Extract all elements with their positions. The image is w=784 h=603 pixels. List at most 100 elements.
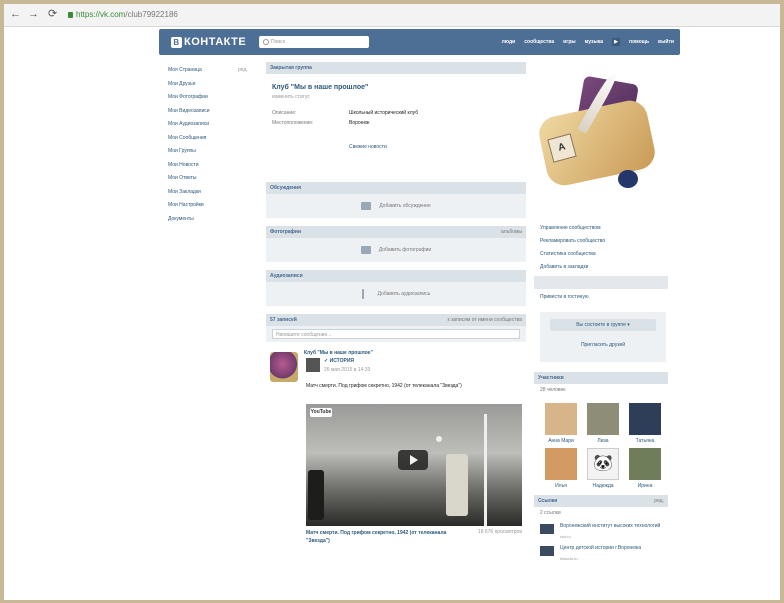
group-type: Закрытая группа bbox=[270, 65, 312, 71]
repost-avatar[interactable] bbox=[306, 358, 320, 372]
wall-filter[interactable]: к записям от имени сообщества bbox=[448, 314, 522, 326]
sidebar-item-messages[interactable]: Мои Сообщения bbox=[168, 132, 253, 146]
member-avatar[interactable] bbox=[587, 403, 619, 435]
albums-link[interactable]: альбомы bbox=[501, 226, 522, 238]
member-name[interactable]: Лиза bbox=[582, 438, 624, 444]
action-mention[interactable]: Привести в гостиную bbox=[534, 291, 668, 304]
address-bar[interactable]: https://vk.com/club79922186 bbox=[68, 8, 248, 22]
link-title[interactable]: Воронежский институт высоких технологий bbox=[560, 523, 664, 529]
add-audio[interactable]: Добавить аудиозапись bbox=[266, 282, 526, 306]
links-edit[interactable]: ред. bbox=[654, 495, 664, 507]
link-thumbnail bbox=[540, 546, 554, 556]
action-manage[interactable]: Управление сообществом bbox=[534, 222, 668, 235]
link-item[interactable]: Воронежский институт высоких технологий … bbox=[534, 520, 668, 542]
add-discussion[interactable]: Добавить обсуждение bbox=[266, 194, 526, 218]
play-button[interactable] bbox=[398, 450, 428, 470]
post-date[interactable]: 26 мая 2015 в 14:33 bbox=[324, 367, 370, 373]
sidebar-item-answers[interactable]: Мои Ответы bbox=[168, 172, 253, 186]
post-text: Матч смерти. Под грифом секретно, 1942 (… bbox=[306, 383, 462, 389]
repost-name[interactable]: ✓ ИСТОРИЯ bbox=[324, 358, 354, 364]
group-cover-image[interactable]: A bbox=[534, 62, 668, 222]
play-icon[interactable]: ▶ bbox=[612, 38, 621, 46]
member-avatar[interactable] bbox=[629, 403, 661, 435]
sidebar-item-groups[interactable]: Мои Группы bbox=[168, 145, 253, 159]
subscription-box: Вы состоите в группе ▾ Пригласить друзей bbox=[540, 312, 666, 362]
add-discussion-label: Добавить обсуждение bbox=[379, 203, 431, 209]
sidebar-item-audio[interactable]: Мои Аудиозаписи bbox=[168, 118, 253, 132]
goal-post bbox=[484, 414, 487, 526]
link-item[interactable]: Центр детской истории г.Воронежа histori… bbox=[534, 542, 668, 564]
action-stats[interactable]: Статистика сообщества bbox=[534, 248, 668, 261]
nav-logout[interactable]: выйти bbox=[658, 39, 674, 46]
site-header: В КОНТАКТЕ Поиск люди сообщества игры муз… bbox=[159, 29, 680, 55]
member-avatar[interactable] bbox=[545, 448, 577, 480]
action-advertise[interactable]: Рекламировать сообщество bbox=[534, 235, 668, 248]
info-key-location: Местоположение: bbox=[272, 120, 314, 126]
nav-games[interactable]: игры bbox=[563, 39, 575, 46]
post-input[interactable]: Напишите сообщение... bbox=[272, 329, 520, 339]
add-audio-label: Добавить аудиозапись bbox=[377, 291, 431, 297]
group-status[interactable]: изменить статус bbox=[272, 94, 526, 100]
logo[interactable]: В КОНТАКТЕ bbox=[171, 36, 246, 48]
wall-count: 57 записей bbox=[270, 317, 297, 323]
reload-icon[interactable]: ⟳ bbox=[48, 8, 57, 20]
panda-icon[interactable]: 🐼 bbox=[587, 448, 619, 480]
member-name[interactable]: Илья bbox=[540, 483, 582, 489]
member-item[interactable]: Ирина bbox=[624, 448, 666, 489]
member-avatar[interactable] bbox=[545, 403, 577, 435]
wall-post: Клуб "Мы в наше прошлое" ✓ ИСТОРИЯ 26 ма… bbox=[266, 342, 526, 572]
member-item[interactable]: Илья bbox=[540, 448, 582, 489]
video-caption[interactable]: Матч смерти. Под грифом секретно, 1942 (… bbox=[306, 529, 466, 545]
member-item[interactable]: 🐼 Надежда bbox=[582, 448, 624, 489]
member-item[interactable]: Лиза bbox=[582, 403, 624, 444]
sidebar-item-settings[interactable]: Мои Настройки bbox=[168, 199, 253, 213]
search-input[interactable]: Поиск bbox=[259, 36, 369, 48]
member-name[interactable]: Анна Мари bbox=[540, 438, 582, 444]
nav-people[interactable]: люди bbox=[502, 39, 516, 46]
sidebar-edit-link[interactable]: ред. bbox=[238, 64, 248, 76]
wall-composer: Напишите сообщение... bbox=[266, 326, 526, 342]
group-avatar[interactable] bbox=[270, 352, 298, 382]
members-header[interactable]: Участники bbox=[534, 372, 668, 384]
photos-header[interactable]: Фотографии альбомы bbox=[266, 226, 526, 238]
post-author[interactable]: Клуб "Мы в наше прошлое" bbox=[304, 350, 373, 356]
sidebar-item-photos[interactable]: Мои Фотографии bbox=[168, 91, 253, 105]
member-name[interactable]: Татьяна bbox=[624, 438, 666, 444]
member-avatar[interactable] bbox=[629, 448, 661, 480]
link-thumbnail bbox=[540, 524, 554, 534]
member-item[interactable]: Татьяна bbox=[624, 403, 666, 444]
link-title[interactable]: Центр детской истории г.Воронежа bbox=[560, 545, 664, 551]
member-item[interactable]: Анна Мари bbox=[540, 403, 582, 444]
discussions-header[interactable]: Обсуждения bbox=[266, 182, 526, 194]
news-link[interactable]: Свежие новости bbox=[349, 144, 387, 150]
sidebar-item-news[interactable]: Мои Новости bbox=[168, 159, 253, 173]
sidebar-item-videos[interactable]: Мои Видеозаписи bbox=[168, 105, 253, 119]
audio-header[interactable]: Аудиозаписи bbox=[266, 270, 526, 282]
link-domain: historia.ru bbox=[560, 556, 578, 561]
music-note-icon bbox=[361, 288, 370, 299]
search-icon bbox=[263, 38, 269, 45]
nav-help[interactable]: помощь bbox=[629, 39, 649, 46]
subscribed-dropdown[interactable]: Вы состоите в группе ▾ bbox=[550, 319, 656, 331]
sidebar-item-bookmarks[interactable]: Мои Закладки bbox=[168, 186, 253, 200]
action-bookmark[interactable]: Добавить в закладки bbox=[534, 261, 668, 274]
member-name[interactable]: Надежда bbox=[582, 483, 624, 489]
subscribed-label: Вы состоите в группе bbox=[576, 322, 626, 328]
audio-title: Аудиозаписи bbox=[270, 273, 303, 279]
discussions-title: Обсуждения bbox=[270, 185, 302, 191]
player-figure bbox=[446, 454, 468, 516]
youtube-logo: YouTube bbox=[310, 408, 332, 417]
info-value-location[interactable]: Воронеж bbox=[349, 120, 370, 126]
add-photos[interactable]: Добавить фотографии bbox=[266, 238, 526, 262]
sidebar-item-friends[interactable]: Мои Друзья bbox=[168, 78, 253, 92]
video-player[interactable]: YouTube bbox=[306, 404, 522, 526]
invite-friends-link[interactable]: Пригласить друзей bbox=[540, 342, 666, 348]
member-name[interactable]: Ирина bbox=[624, 483, 666, 489]
back-icon[interactable]: ← bbox=[10, 8, 21, 20]
nav-communities[interactable]: сообщества bbox=[524, 39, 554, 46]
forward-icon[interactable]: → bbox=[28, 8, 39, 20]
repost-name-text: ИСТОРИЯ bbox=[329, 358, 355, 364]
nav-music[interactable]: музыка bbox=[585, 39, 603, 46]
links-header[interactable]: Ссылки ред. bbox=[534, 495, 668, 507]
sidebar-item-documents[interactable]: Документы bbox=[168, 213, 253, 227]
